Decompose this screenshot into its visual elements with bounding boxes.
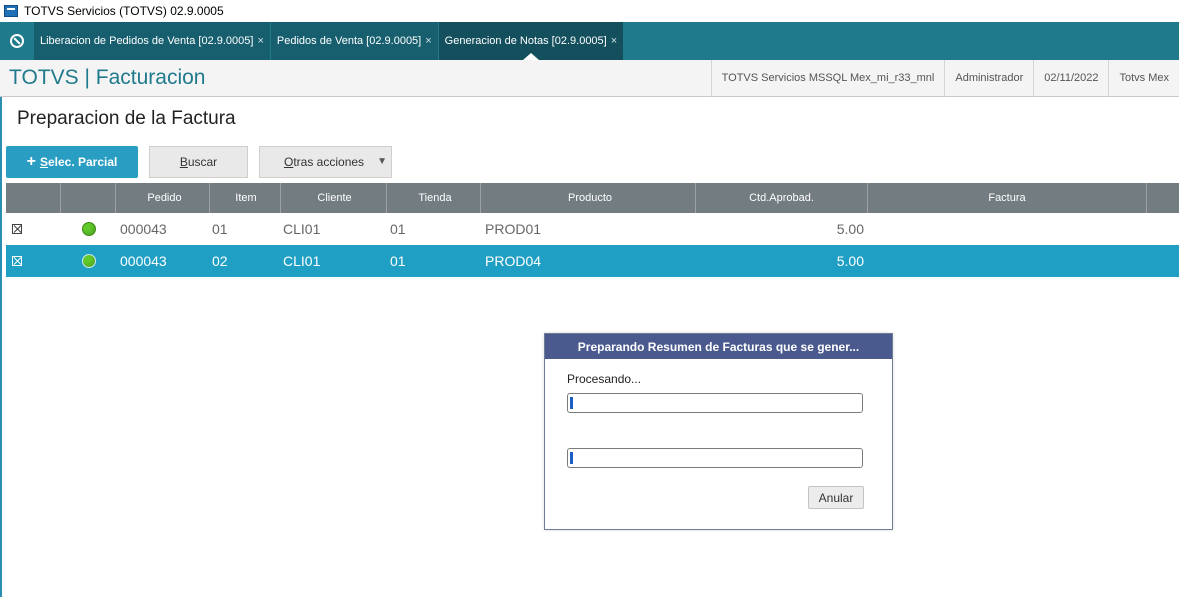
otras-acciones-dropdown[interactable]: Otras acciones ▼	[259, 146, 392, 178]
page-title: Preparacion de la Factura	[17, 108, 236, 129]
environment-info[interactable]: TOTVS Servicios MSSQL Mex_mi_r33_mnl	[710, 59, 945, 97]
cell-cliente[interactable]: CLI01	[281, 213, 387, 245]
column-header-tienda[interactable]: Tienda	[387, 183, 481, 213]
plus-icon: +	[26, 153, 36, 170]
date-info[interactable]: 02/11/2022	[1033, 59, 1108, 97]
close-icon[interactable]: ×	[425, 35, 431, 47]
cell-item[interactable]: 01	[210, 213, 281, 245]
progress-bar-1	[567, 393, 863, 413]
column-header-cliente[interactable]: Cliente	[281, 183, 387, 213]
cell-item[interactable]: 02	[210, 245, 281, 277]
row-checkbox[interactable]	[6, 245, 61, 277]
column-header-item[interactable]: Item	[210, 183, 281, 213]
cell-ctd-aprobad[interactable]: 5.00	[696, 245, 868, 277]
window-title: TOTVS Servicios (TOTVS) 02.9.0005	[24, 4, 224, 18]
company-info[interactable]: Totvs Mex	[1108, 59, 1179, 97]
cell-factura[interactable]	[868, 245, 1147, 277]
cell-cliente[interactable]: CLI01	[281, 245, 387, 277]
table-row[interactable]: 000043 01 CLI01 01 PROD01 5.00	[6, 213, 1179, 245]
column-header-pedido[interactable]: Pedido	[116, 183, 210, 213]
cell-tienda[interactable]: 01	[387, 245, 481, 277]
status-green-icon	[81, 222, 96, 236]
dialog-title: Preparando Resumen de Facturas que se ge…	[545, 334, 892, 359]
user-info[interactable]: Administrador	[944, 59, 1033, 97]
orders-grid: Pedido Item Cliente Tienda Producto Ctd.…	[6, 183, 1179, 277]
tab-label: Liberacion de Pedidos de Venta [02.9.000…	[40, 35, 254, 47]
cell-pedido[interactable]: 000043	[116, 245, 210, 277]
cell-tienda[interactable]: 01	[387, 213, 481, 245]
buscar-button[interactable]: Buscar	[149, 146, 248, 178]
menu-icon	[10, 34, 24, 48]
column-header-check[interactable]	[6, 183, 61, 213]
selec-parcial-button[interactable]: + Selec. Parcial	[6, 146, 138, 178]
status-green-icon	[81, 254, 96, 268]
module-header: TOTVS | Facturacion TOTVS Servicios MSSQ…	[0, 59, 1179, 97]
status-cell	[61, 245, 116, 277]
button-mnemonic: B	[179, 155, 188, 169]
cell-pedido[interactable]: 000043	[116, 213, 210, 245]
tab-liberacion-pedidos[interactable]: Liberacion de Pedidos de Venta [02.9.000…	[34, 22, 270, 60]
tab-generacion-notas[interactable]: Generacion de Notas [02.9.0005] ×	[438, 22, 624, 60]
button-mnemonic: O	[284, 155, 294, 169]
progress-bar-2	[567, 448, 863, 468]
progress-fill	[570, 452, 573, 464]
column-header-ctd-aprobad[interactable]: Ctd.Aprobad.	[696, 183, 868, 213]
window-title-bar: TOTVS Servicios (TOTVS) 02.9.0005	[0, 0, 1179, 22]
close-icon[interactable]: ×	[257, 35, 263, 47]
chevron-down-icon: ▼	[377, 156, 387, 167]
processing-label: Procesando...	[567, 372, 642, 386]
tab-bar: Liberacion de Pedidos de Venta [02.9.000…	[0, 22, 1179, 60]
close-icon[interactable]: ×	[611, 35, 617, 47]
app-icon	[4, 5, 18, 17]
home-button[interactable]	[0, 22, 34, 60]
cell-producto[interactable]: PROD01	[481, 213, 696, 245]
button-label: elec. Parcial	[47, 155, 118, 169]
button-label: tras acciones	[293, 155, 365, 169]
tab-label: Generacion de Notas [02.9.0005]	[444, 35, 607, 47]
left-edge-bar	[0, 97, 2, 597]
progress-dialog: Preparando Resumen de Facturas que se ge…	[544, 333, 893, 530]
row-checkbox[interactable]	[6, 213, 61, 245]
button-label: uscar	[187, 155, 218, 169]
cell-ctd-aprobad[interactable]: 5.00	[696, 213, 868, 245]
checked-box-icon[interactable]	[12, 256, 22, 266]
grid-header: Pedido Item Cliente Tienda Producto Ctd.…	[6, 183, 1179, 213]
status-cell	[61, 213, 116, 245]
anular-button[interactable]: Anular	[808, 486, 864, 509]
column-header-extra	[1147, 183, 1179, 213]
checked-box-icon[interactable]	[12, 224, 22, 234]
progress-fill	[570, 397, 573, 409]
table-row-selected[interactable]: 000043 02 CLI01 01 PROD04 5.00	[6, 245, 1179, 277]
tab-label: Pedidos de Venta [02.9.0005]	[276, 35, 422, 47]
column-header-factura[interactable]: Factura	[868, 183, 1147, 213]
column-header-producto[interactable]: Producto	[481, 183, 696, 213]
cell-factura[interactable]	[868, 213, 1147, 245]
module-title: TOTVS | Facturacion	[9, 66, 206, 89]
tab-pedidos-venta[interactable]: Pedidos de Venta [02.9.0005] ×	[270, 22, 438, 60]
column-header-status[interactable]	[61, 183, 116, 213]
cell-producto[interactable]: PROD04	[481, 245, 696, 277]
button-mnemonic: S	[39, 155, 48, 169]
